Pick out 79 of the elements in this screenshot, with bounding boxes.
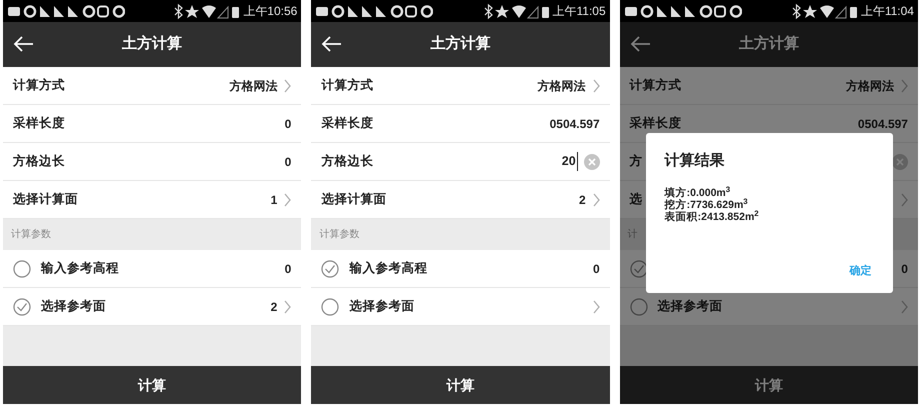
row-label: 选择计算面	[13, 191, 78, 208]
row-value: 方格网法	[846, 78, 894, 94]
row-value: 方格网法	[538, 78, 586, 94]
list-row[interactable]: 选择参考面	[311, 288, 610, 326]
checked-radio-icon[interactable]	[321, 260, 340, 278]
system-status-icons-drawing	[790, 2, 858, 20]
list-row[interactable]: 采样长度 0504.597	[311, 105, 610, 143]
row-value: 2	[578, 192, 586, 208]
row-label: 计算方式	[630, 77, 682, 94]
screen-title: 土方计算	[430, 34, 490, 54]
list-row[interactable]: 计算方式 方格网法	[311, 67, 610, 105]
row-label: 采样长度	[13, 115, 65, 132]
status-time: 上午11:04	[860, 3, 914, 20]
list-row[interactable]: 选择计算面 1	[3, 181, 302, 219]
row-label: 方格边长	[321, 153, 374, 170]
row-label: 计算方式	[321, 77, 374, 94]
row-label: 选	[630, 191, 643, 208]
chevron-icon	[900, 78, 908, 92]
list-row[interactable]: 计算方式 方格网法	[620, 67, 918, 105]
back-button[interactable]	[321, 34, 344, 54]
row-value: 方格网法	[229, 78, 278, 94]
chevron-icon	[284, 78, 292, 92]
list-row[interactable]: 选择参考面 2	[3, 288, 302, 326]
list-row[interactable]: 方格边长 0	[3, 143, 302, 181]
chevron-icon	[284, 192, 292, 206]
row-label: 采样长度	[321, 115, 374, 132]
checked-radio-icon[interactable]	[630, 260, 648, 278]
list-row[interactable]: 输入参考高程 0	[311, 250, 610, 288]
chevron-icon	[592, 300, 600, 314]
list-row[interactable]: 采样长度 0	[3, 105, 302, 143]
row-label: 选择参考面	[41, 298, 106, 316]
row-label: 选择计算面	[321, 191, 386, 208]
row-value: 0	[901, 260, 908, 278]
calculate-button[interactable]: 计算	[3, 366, 302, 404]
screen-title: 土方计算	[738, 34, 799, 54]
back-button[interactable]	[13, 34, 35, 54]
list-row[interactable]: 方格边长 20	[311, 143, 610, 181]
radio-icon[interactable]	[630, 298, 648, 316]
chevron-icon	[900, 300, 908, 314]
row-label: 采样长度	[630, 115, 682, 132]
section-title: 计算参数	[319, 228, 360, 242]
row-value: 0504.597	[858, 116, 908, 132]
status-time: 上午11:05	[552, 3, 606, 20]
screen-title: 土方计算	[122, 34, 182, 54]
row-label: 方格边长	[13, 153, 65, 170]
system-status-icons-drawing	[482, 2, 550, 20]
row-value: 0	[284, 154, 292, 170]
row-label: 计算方式	[13, 77, 65, 94]
row-label: 方	[630, 153, 643, 170]
result-line: 表面积:2413.852m$^{2}$	[664, 210, 760, 222]
row-value: 0	[284, 116, 292, 132]
input-field[interactable]: 20	[562, 152, 578, 171]
section-title: 计算参数	[11, 228, 51, 242]
list-row[interactable]: 计算方式 方格网法	[3, 67, 302, 105]
list-row[interactable]: 输入参考高程 0	[3, 250, 302, 288]
chevron-icon	[592, 192, 600, 206]
calculate-button[interactable]: 计算	[311, 366, 610, 404]
row-value: 2	[270, 298, 278, 316]
row-label: 输入参考高程	[349, 260, 428, 278]
row-value: 1	[270, 192, 278, 208]
dialog-title: 计算结果	[664, 151, 726, 171]
list-row[interactable]: 选择计算面 2	[311, 181, 610, 219]
chevron-icon	[284, 300, 292, 314]
row-value: 0504.597	[550, 116, 600, 132]
result-line: 挖方:7736.629m$^{3}$	[664, 198, 749, 210]
row-value: 0	[592, 260, 600, 278]
result-line: 填方:0.000m$^{3}$	[664, 186, 732, 198]
row-label: 选择参考面	[349, 298, 414, 316]
radio-icon[interactable]	[13, 260, 31, 278]
chevron-icon	[900, 192, 908, 206]
status-time: 上午10:56	[243, 3, 298, 20]
row-label: 输入参考高程	[41, 260, 119, 278]
row-label: 选择参考面	[658, 298, 723, 316]
chevron-icon	[592, 78, 600, 92]
radio-icon[interactable]	[321, 298, 340, 316]
system-status-icons-drawing	[173, 2, 240, 20]
checked-radio-icon[interactable]	[13, 298, 31, 316]
calculate-button[interactable]: 计算	[620, 366, 918, 404]
row-value: 0	[284, 260, 292, 278]
